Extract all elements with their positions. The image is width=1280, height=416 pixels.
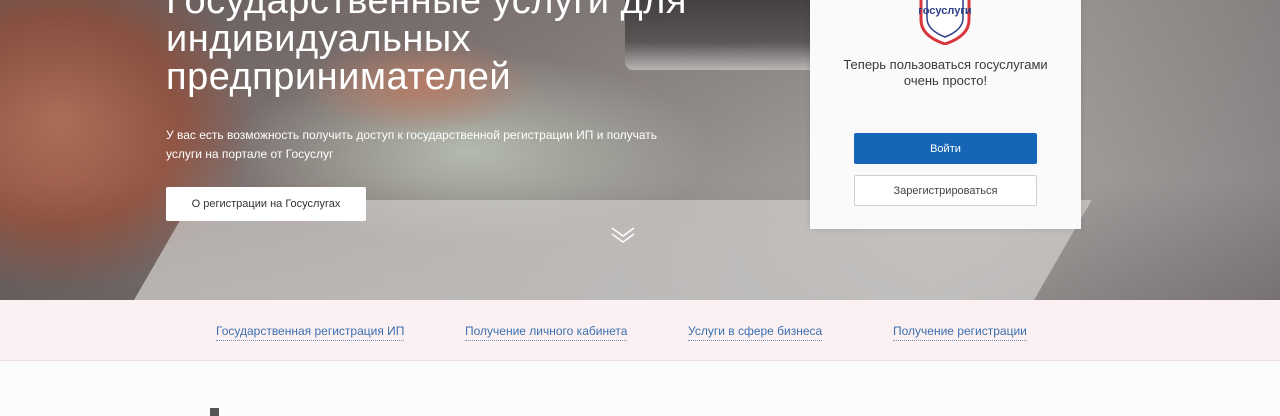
register-button[interactable]: Зарегистрироваться	[854, 175, 1037, 206]
hero-description: У вас есть возможность получить доступ к…	[166, 128, 658, 161]
hero-title: Государственные услуги для индивидуальны…	[166, 0, 746, 96]
gosuslugi-logo: госуслуги	[917, 0, 973, 46]
subnav-bar	[0, 300, 1280, 361]
subnav-link-registration[interactable]: Получение регистрации	[893, 322, 1027, 341]
login-card-message: Теперь пользоваться госуслугами очень пр…	[843, 57, 1048, 88]
logo-text: госуслуги	[918, 5, 972, 17]
hero-banner: Государственные услуги для индивидуальны…	[0, 0, 1280, 300]
registration-info-button[interactable]: О регистрации на Госуслугах	[166, 187, 366, 221]
hero-title-line-3: предпринимателей	[166, 56, 512, 98]
login-button[interactable]: Войти	[854, 133, 1037, 164]
subnav-link-business-services[interactable]: Услуги в сфере бизнеса	[688, 322, 823, 341]
login-card: госуслуги Теперь пользоваться госуслугам…	[810, 0, 1081, 229]
lower-content-area	[0, 361, 1280, 416]
lower-heading-fragment	[210, 408, 219, 416]
scroll-down-chevron-icon[interactable]	[610, 224, 636, 246]
subnav-link-personal-account[interactable]: Получение личного кабинета	[465, 322, 628, 341]
subnav-link-ip-registration[interactable]: Государственная регистрация ИП	[216, 322, 405, 341]
hero-title-line-2: индивидуальных	[166, 18, 472, 60]
